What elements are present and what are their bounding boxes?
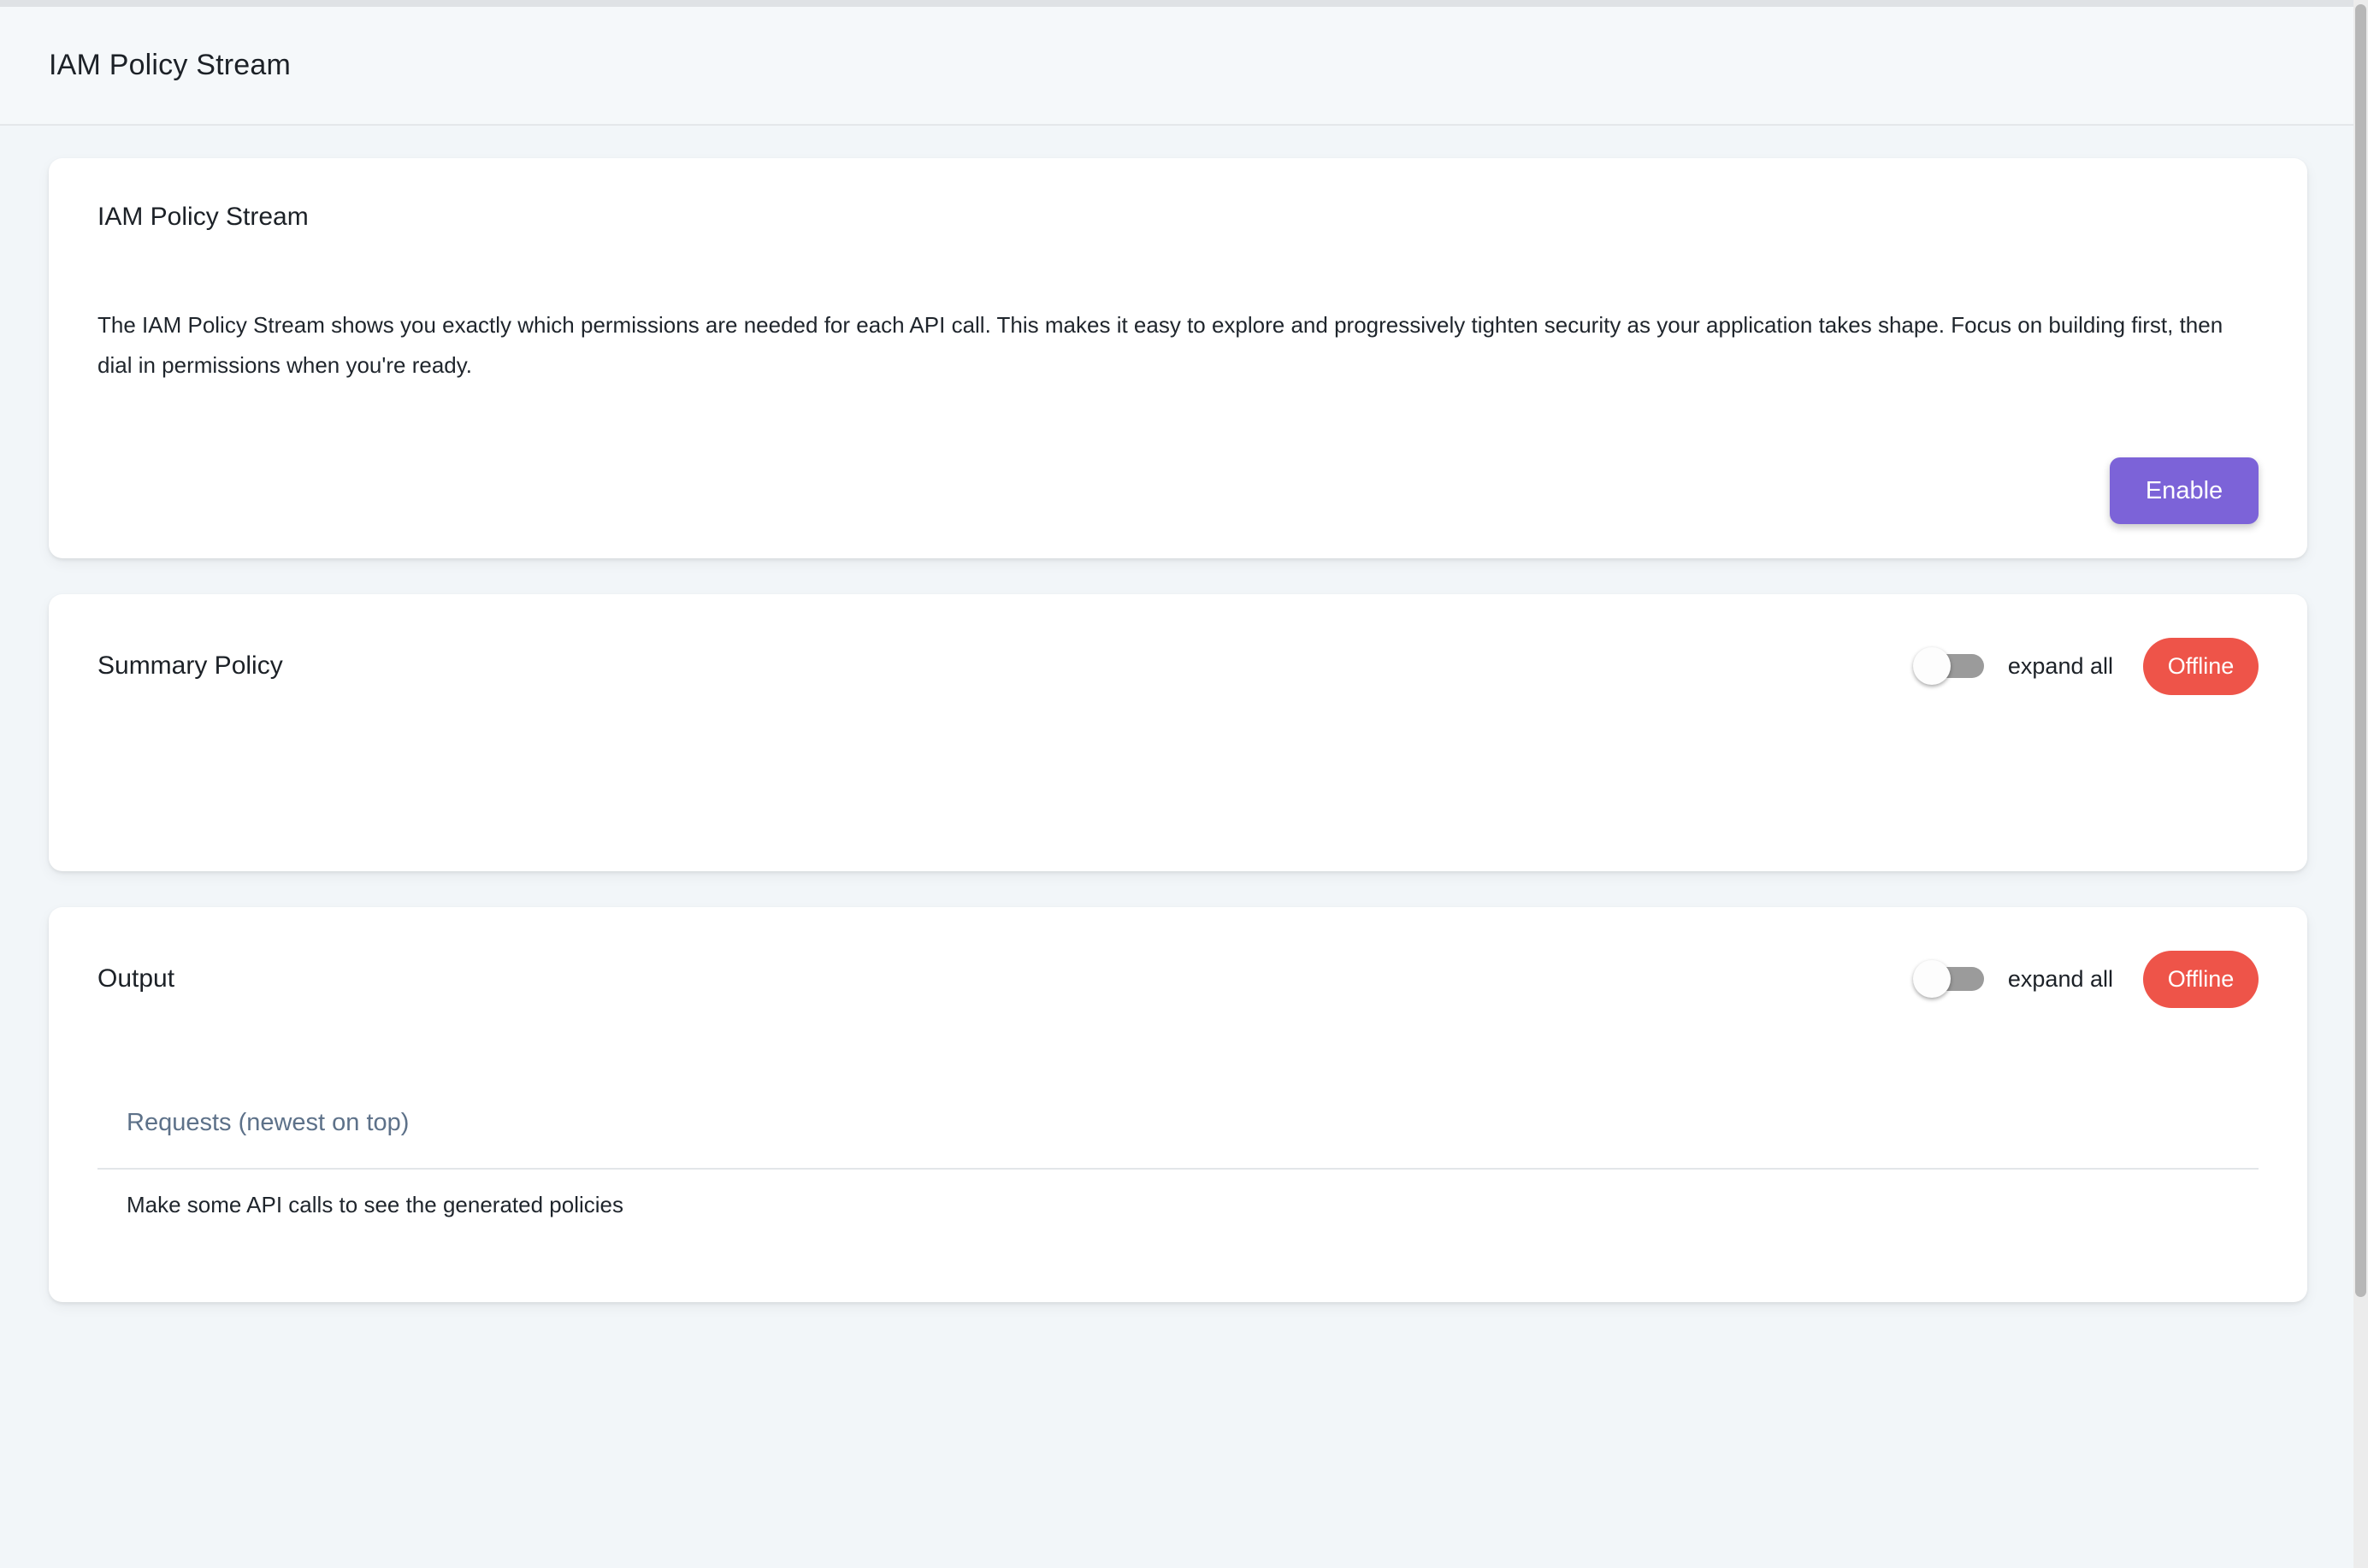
intro-card-description: The IAM Policy Stream shows you exactly …: [97, 305, 2259, 386]
requests-divider: [97, 1168, 2259, 1170]
enable-button[interactable]: Enable: [2110, 457, 2259, 524]
intro-card-actions: Enable: [97, 457, 2259, 524]
page-header: IAM Policy Stream: [0, 7, 2368, 126]
summary-status-badge: Offline: [2143, 638, 2259, 695]
summary-policy-title: Summary Policy: [97, 651, 283, 681]
summary-policy-controls: expand all Offline: [1913, 638, 2259, 695]
summary-expand-all-label: expand all: [2008, 653, 2113, 680]
requests-heading: Requests (newest on top): [127, 1109, 2259, 1137]
page-title: IAM Policy Stream: [49, 49, 291, 82]
requests-section: Requests (newest on top) Make some API c…: [97, 1109, 2259, 1217]
output-status-badge: Offline: [2143, 951, 2259, 1008]
intro-card-title: IAM Policy Stream: [97, 203, 2259, 232]
scrollbar-thumb[interactable]: [2355, 4, 2366, 1297]
output-expand-all-label: expand all: [2008, 966, 2113, 993]
summary-expand-toggle[interactable]: [1913, 646, 1987, 686]
toggle-knob: [1913, 960, 1951, 998]
summary-policy-card: Summary Policy expand all Offline: [49, 594, 2307, 871]
output-expand-toggle[interactable]: [1913, 959, 1987, 999]
intro-card: IAM Policy Stream The IAM Policy Stream …: [49, 158, 2307, 558]
output-title: Output: [97, 964, 174, 993]
toggle-knob: [1913, 647, 1951, 685]
summary-policy-header-row: Summary Policy expand all Offline: [97, 632, 2259, 700]
output-header-row: Output expand all Offline: [97, 945, 2259, 1013]
scrollbar[interactable]: [2353, 0, 2368, 1568]
requests-empty-message: Make some API calls to see the generated…: [127, 1192, 2259, 1217]
window-top-strip: [0, 0, 2368, 7]
output-controls: expand all Offline: [1913, 951, 2259, 1008]
main-content: IAM Policy Stream The IAM Policy Stream …: [0, 126, 2368, 1302]
output-card: Output expand all Offline Requests (newe…: [49, 907, 2307, 1302]
